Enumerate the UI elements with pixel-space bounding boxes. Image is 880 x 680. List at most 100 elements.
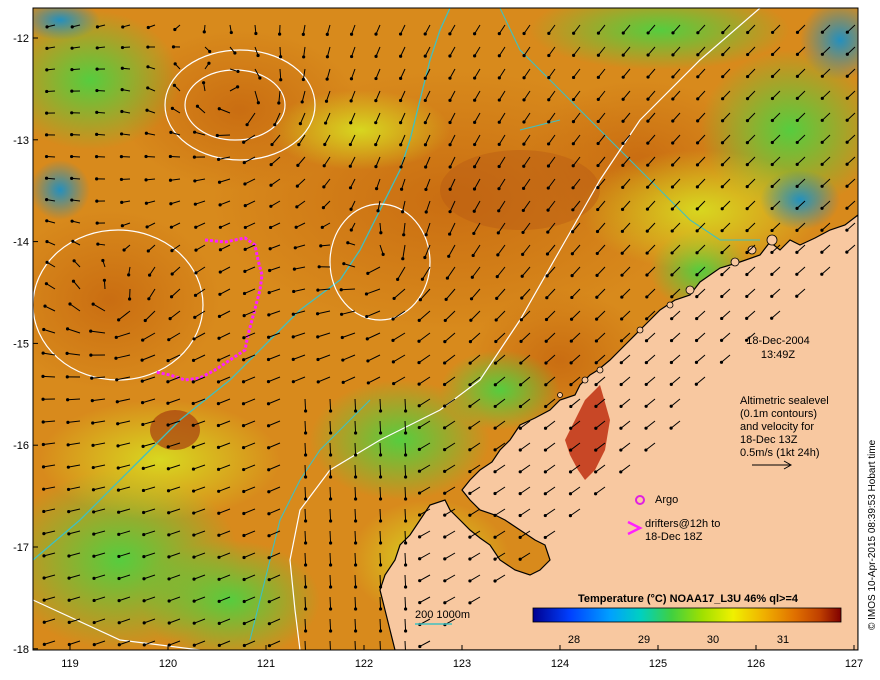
velocity-arrowhead xyxy=(546,208,550,212)
velocity-arrowhead xyxy=(645,185,650,189)
velocity-arrowhead xyxy=(443,513,447,517)
velocity-arrowhead xyxy=(92,510,96,514)
velocity-arrowhead xyxy=(67,532,71,536)
velocity-arrowhead xyxy=(116,488,121,492)
velocity-arrowhead xyxy=(521,252,525,256)
velocity-arrowhead xyxy=(216,157,221,161)
velocity-arrowhead xyxy=(141,466,145,470)
velocity-arrowhead xyxy=(89,329,93,333)
velocity-arrowhead xyxy=(217,577,221,581)
velocity-arrowhead xyxy=(192,155,196,159)
velocity-arrowhead xyxy=(236,85,240,89)
velocity-arrowhead xyxy=(745,74,750,79)
velocity-arrow xyxy=(404,420,407,434)
velocity-arrowhead xyxy=(671,31,675,35)
velocity-arrowhead xyxy=(349,99,353,103)
velocity-arrowhead xyxy=(770,96,775,101)
velocity-arrowhead xyxy=(192,555,196,559)
velocity-arrow xyxy=(354,508,357,522)
velocity-arrowhead xyxy=(546,186,550,190)
velocity-arrowhead xyxy=(596,53,601,57)
velocity-arrowhead xyxy=(646,119,650,123)
velocity-arrowhead xyxy=(376,209,380,213)
velocity-arrowhead xyxy=(192,599,196,603)
velocity-arrowhead xyxy=(845,184,849,188)
velocity-arrow xyxy=(379,530,382,544)
velocity-arrowhead xyxy=(820,272,824,276)
velocity-arrowhead xyxy=(297,143,301,147)
velocity-arrowhead xyxy=(243,182,247,186)
colorbar-tick: 31 xyxy=(777,634,789,646)
velocity-arrowhead xyxy=(267,578,271,582)
velocity-arrowhead xyxy=(770,316,774,320)
velocity-arrowhead xyxy=(745,206,749,211)
velocity-arrowhead xyxy=(42,620,46,624)
velocity-arrowhead xyxy=(423,54,427,58)
velocity-arrowhead xyxy=(820,184,824,188)
velocity-arrowhead xyxy=(644,404,648,408)
colorbar-title: Temperature (°C) NOAA17_L3U 46% ql>=4 xyxy=(578,593,799,605)
velocity-arrowhead xyxy=(191,380,195,384)
velocity-arrow xyxy=(354,552,357,566)
velocity-arrowhead xyxy=(391,338,395,342)
velocity-arrowhead xyxy=(242,511,246,516)
velocity-arrowhead xyxy=(194,225,198,229)
velocity-arrowhead xyxy=(353,541,358,545)
velocity-arrowhead xyxy=(424,233,428,237)
velocity-arrowhead xyxy=(70,46,74,50)
velocity-arrowhead xyxy=(378,585,383,589)
velocity-arrowhead xyxy=(44,176,49,180)
velocity-arrowhead xyxy=(267,600,271,604)
velocity-arrowhead xyxy=(353,453,358,457)
velocity-arrowhead xyxy=(845,52,849,56)
velocity-arrowhead xyxy=(217,489,221,493)
velocity-arrowhead xyxy=(770,140,774,145)
velocity-arrowhead xyxy=(518,448,522,452)
velocity-arrowhead xyxy=(95,88,99,93)
velocity-arrowhead xyxy=(170,249,174,253)
velocity-arrowhead xyxy=(403,585,408,589)
velocity-arrowhead xyxy=(322,185,326,189)
velocity-arrowhead xyxy=(117,532,121,536)
velocity-arrowhead xyxy=(302,55,306,59)
velocity-arrowhead xyxy=(522,54,526,58)
velocity-arrowhead xyxy=(322,164,326,168)
velocity-arrowhead xyxy=(291,335,295,339)
velocity-arrowhead xyxy=(417,469,422,473)
velocity-arrowhead xyxy=(45,25,49,29)
velocity-arrowhead xyxy=(497,54,501,58)
velocity-arrowhead xyxy=(166,445,170,449)
velocity-arrowhead xyxy=(243,204,247,208)
velocity-arrowhead xyxy=(42,487,46,491)
velocity-arrow xyxy=(329,530,332,544)
velocity-arrowhead xyxy=(646,75,650,79)
velocity-arrowhead xyxy=(145,108,149,112)
lon-tick-label: 124 xyxy=(551,658,569,670)
velocity-arrowhead xyxy=(403,497,408,501)
velocity-arrowhead xyxy=(127,297,132,301)
velocity-arrowhead xyxy=(497,164,501,169)
velocity-arrowhead xyxy=(468,448,472,452)
velocity-arrowhead xyxy=(328,409,333,413)
velocity-arrowhead xyxy=(493,513,497,517)
velocity-arrowhead xyxy=(92,554,96,558)
velocity-arrowhead xyxy=(303,431,308,435)
velocity-arrowhead xyxy=(241,402,246,406)
velocity-arrowhead xyxy=(328,497,333,501)
velocity-arrowhead xyxy=(745,228,749,233)
velocity-arrowhead xyxy=(571,120,576,124)
velocity-arrowhead xyxy=(644,360,648,365)
velocity-arrowhead xyxy=(325,77,329,81)
velocity-arrowhead xyxy=(120,224,124,228)
velocity-arrowhead xyxy=(399,98,403,103)
velocity-arrow xyxy=(354,420,357,434)
velocity-arrowhead xyxy=(645,251,649,255)
lon-tick-label: 123 xyxy=(453,658,471,670)
velocity-arrowhead xyxy=(646,163,650,167)
velocity-arrowhead xyxy=(381,252,385,256)
velocity-arrowhead xyxy=(418,298,422,302)
velocity-arrowhead xyxy=(116,444,120,448)
velocity-arrowhead xyxy=(645,317,649,321)
colorbar-tick: 30 xyxy=(707,634,719,646)
velocity-arrowhead xyxy=(473,76,477,80)
